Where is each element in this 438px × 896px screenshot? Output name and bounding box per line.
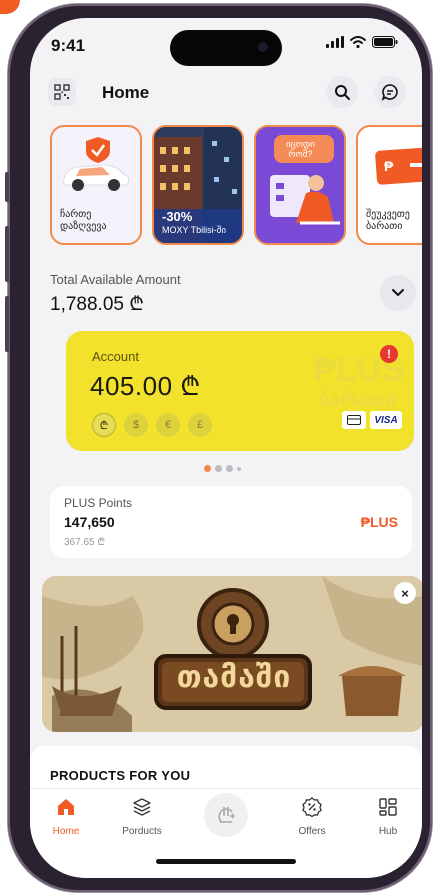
card-icon[interactable] [342,411,366,429]
tab-offers[interactable]: Offers [282,797,342,837]
wifi-icon [350,36,366,48]
currency-eur[interactable]: € [156,413,180,437]
app-header: Home [30,74,422,116]
banner-title: თამაში [176,661,292,694]
points-money-value: 367.65 ₾ [64,537,106,548]
svg-text:₱: ₱ [384,158,394,174]
pager-dot-active [204,465,211,472]
home-icon [58,799,74,815]
points-value: 147,650 [64,514,115,530]
close-banner-button[interactable]: × [394,582,416,604]
status-bar: 9:41 [30,18,422,68]
story-moxy-hotel[interactable]: -30% MOXY Tbilisi-ში [152,125,244,245]
volume-down-button [5,296,9,352]
system-icons [326,36,398,48]
points-label: PLUS Points [64,496,133,510]
tab-hub[interactable]: Hub [358,797,418,837]
corner-accent [0,0,20,14]
total-available-label: Total Available Amount [50,272,181,287]
tab-transfer[interactable] [204,793,248,837]
chat-icon [381,84,398,101]
plus-watermark-sub: ბარათი [318,389,396,411]
pager-dot [226,465,233,472]
tab-home[interactable]: Home [36,797,96,837]
visa-logo: VISA [370,411,402,429]
plus-points-card[interactable]: PLUS Points 147,650 367.65 ₾ ₱LUS [50,486,412,558]
account-balance: 405.00 ₾ [90,371,201,401]
story-order-card[interactable]: ₱ შეუკვეთე ბარათი [356,125,422,245]
story-discount: -30% [162,209,193,224]
story-did-you-know[interactable]: იცოდი რომ? [254,125,346,245]
tab-products[interactable]: Porducts [112,797,172,837]
story-bubble-text: იცოდი რომ? [286,139,315,159]
signal-icon [326,36,344,48]
plus-logo: ₱LUS [360,514,398,530]
products-section-title: PRODUCTS FOR YOU [50,768,191,783]
alert-icon[interactable]: ! [380,345,398,363]
battery-icon [372,36,398,48]
screen: 9:41 Home ჩართე დაზღვევა -30% MOXY Tbili… [30,18,422,878]
pager-dot [215,465,222,472]
expand-accounts-button[interactable] [380,275,416,311]
bottom-tab-bar: Home Porducts Offers Hub [30,788,422,878]
treasure-map-illustration [42,576,422,732]
currency-selector: ₾ $ € £ [92,413,212,437]
credit-card-icon: ₱ [375,147,422,185]
volume-up-button [5,226,9,282]
story-insurance[interactable]: ჩართე დაზღვევა [50,125,142,245]
story-label: ჩართე დაზღვევა [60,209,107,232]
story-caption: MOXY Tbilisi-ში [162,225,226,235]
search-icon [335,85,350,100]
car-shield-icon [62,137,130,191]
mute-switch [5,172,9,202]
currency-usd[interactable]: $ [124,413,148,437]
grid-icon [379,798,397,816]
stories-carousel: ჩართე დაზღვევა -30% MOXY Tbilisi-ში იცოდ… [42,125,422,245]
carousel-pager [204,465,241,472]
page-title: Home [102,83,150,102]
home-indicator[interactable] [156,859,296,864]
currency-gel[interactable]: ₾ [92,413,116,437]
chat-button[interactable] [374,76,406,108]
story-label: შეუკვეთე ბარათი [366,209,410,232]
chevron-down-icon [392,289,404,296]
qr-code-icon [54,84,70,100]
account-card[interactable]: ₱LUS ბარათი Account 405.00 ₾ ! ₾ $ € £ V… [66,331,414,451]
dynamic-island [170,30,282,66]
layers-icon [133,798,151,816]
total-available-amount: 1,788.05 ₾ [50,294,144,315]
discount-badge-icon [302,797,322,818]
status-time: 9:41 [51,36,86,55]
game-promo-banner[interactable]: თამაში × [42,576,422,732]
currency-gbp[interactable]: £ [188,413,212,437]
qr-code-button[interactable] [48,78,76,106]
account-label: Account [92,349,139,364]
search-button[interactable] [326,76,358,108]
pager-dot [237,466,241,471]
lari-transfer-icon [218,807,235,823]
